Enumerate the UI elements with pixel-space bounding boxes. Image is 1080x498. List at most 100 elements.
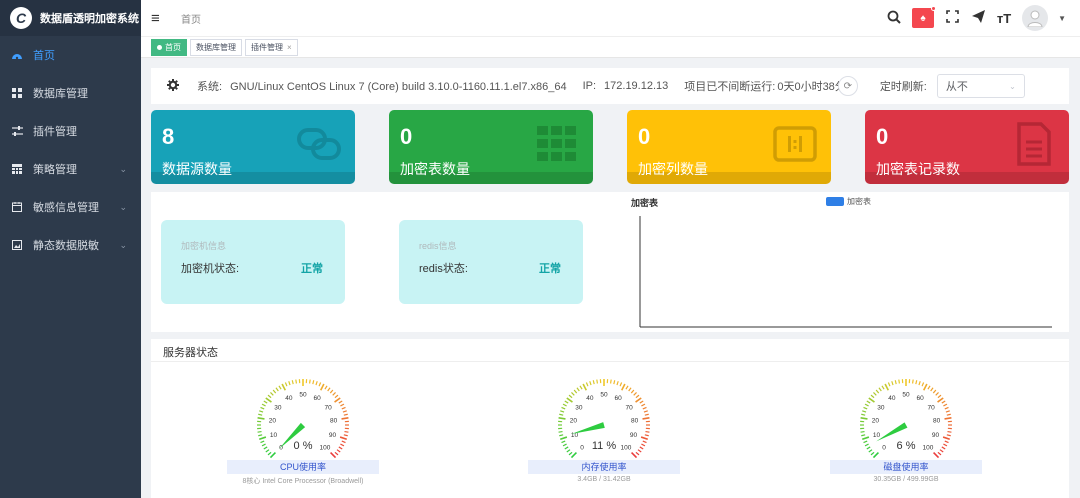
- sidebar-item-label: 插件管理: [33, 126, 77, 138]
- chevron-down-icon: ⌄: [1009, 81, 1016, 91]
- gauge-tick: [257, 430, 262, 433]
- breadcrumb: 首页: [181, 14, 201, 26]
- gauge-tick: [561, 406, 566, 410]
- card-value: 0: [876, 124, 889, 149]
- refresh-icon[interactable]: ⟳: [837, 76, 858, 96]
- tag-label: 插件管理: [251, 42, 283, 52]
- font-size-icon[interactable]: ᴛT: [996, 11, 1012, 26]
- system-value: GNU/Linux CentOS Linux 7 (Core) build 3.…: [230, 81, 567, 93]
- gauge-tick-label: 30: [274, 404, 282, 411]
- gauge-tick: [942, 436, 950, 440]
- tag-home[interactable]: 首页: [151, 38, 187, 56]
- uptime-label: 项目已不间断运行:: [684, 81, 776, 93]
- ip-info: IP: 172.19.12.13: [583, 80, 669, 92]
- gauge-tick: [596, 379, 599, 384]
- search-icon[interactable]: [886, 10, 902, 27]
- refresh-interval-select[interactable]: 从不 ⌄: [936, 74, 1025, 98]
- gauge-tick: [329, 389, 334, 394]
- columns-icon: [773, 126, 817, 162]
- gauge-tick-label: 80: [330, 418, 338, 425]
- encrypted-column-count-card[interactable]: 0 加密列数量: [627, 110, 831, 184]
- gauge-tick: [343, 434, 348, 437]
- gauge-tick: [944, 417, 952, 420]
- gauge-tick-label: 20: [269, 418, 277, 425]
- chart-legend[interactable]: 加密表: [826, 196, 871, 207]
- legend-label: 加密表: [847, 197, 871, 206]
- fullscreen-icon[interactable]: [944, 10, 960, 26]
- gauge-tick: [870, 394, 875, 399]
- gauge-tick: [941, 446, 946, 450]
- gauge-tick-label: 0: [882, 444, 886, 451]
- gauge-tick: [639, 446, 644, 450]
- sidebar-item-home[interactable]: 首页: [0, 36, 141, 74]
- gauge-tick: [343, 413, 348, 416]
- gauge-tick: [609, 379, 612, 384]
- gauge-tick: [344, 430, 349, 433]
- gauge-tick: [866, 400, 871, 404]
- status-and-chart-panel: 加密机信息 加密机状态: 正常 redis信息 redis状态: 正常 加密表 …: [151, 192, 1069, 332]
- gauge-tick-label: 90: [932, 432, 940, 439]
- gauge-tick: [870, 451, 875, 456]
- notification-icon[interactable]: ♠: [912, 6, 937, 28]
- app-logo[interactable]: C 数据盾透明加密系统: [0, 0, 141, 36]
- gauge-tick-label: 100: [620, 444, 631, 451]
- close-icon[interactable]: ×: [287, 43, 292, 52]
- dashboard-icon: [11, 49, 23, 61]
- sidebar-item-label: 敏感信息管理: [33, 202, 99, 214]
- sidebar-item-masking[interactable]: 静态数据脱敏 ⌄: [0, 226, 141, 264]
- gauge-tick: [927, 385, 931, 390]
- gauge-tick: [295, 379, 298, 384]
- sidebar-item-database[interactable]: 数据库管理: [0, 74, 141, 112]
- gauge-tick: [338, 400, 343, 404]
- sidebar-item-sensitive[interactable]: 敏感信息管理 ⌄: [0, 188, 141, 226]
- gauge-tick: [637, 449, 642, 453]
- gauge-tick: [560, 436, 568, 440]
- menu-toggle-icon[interactable]: ≡: [151, 10, 167, 27]
- card-label: 加密表记录数: [876, 161, 960, 177]
- gauge-tick: [579, 385, 583, 390]
- gauge-tick-label: 20: [570, 418, 578, 425]
- gauge-tick: [863, 406, 868, 410]
- gauge-tick: [932, 389, 937, 394]
- sidebar: C 数据盾透明加密系统 首页 数据库管理 插件管理 策略管理 ⌄ 敏感信息管理 …: [0, 0, 141, 498]
- encrypted-record-count-card[interactable]: 0 加密表记录数: [865, 110, 1069, 184]
- gauge-value: 11 %: [592, 440, 616, 452]
- redis-status-box: redis信息 redis状态: 正常: [399, 220, 583, 304]
- gauge-tick: [643, 410, 648, 413]
- gauge-tick: [613, 380, 616, 385]
- divider: [151, 361, 1069, 362]
- gauge-tick: [911, 379, 914, 384]
- caret-down-icon[interactable]: ▼: [1058, 14, 1066, 23]
- sidebar-item-policy[interactable]: 策略管理 ⌄: [0, 150, 141, 188]
- card-value: 0: [400, 124, 413, 149]
- datasource-count-card[interactable]: 8 数据源数量: [151, 110, 355, 184]
- gauge-tick: [875, 389, 880, 394]
- gauge-tick-label: 100: [922, 444, 933, 451]
- gauge-tick: [260, 440, 265, 444]
- gauge-tick: [288, 381, 291, 386]
- gauge-tick-label: 60: [916, 395, 924, 402]
- send-icon[interactable]: [970, 10, 986, 26]
- gauge-tick-label: 10: [873, 432, 881, 439]
- gauge-name: 内存使用率: [528, 460, 680, 474]
- tag-database[interactable]: 数据库管理: [190, 38, 242, 56]
- gauge-tick: [947, 430, 952, 433]
- gauge-tick: [270, 392, 274, 396]
- gauge-tick: [261, 443, 266, 447]
- gauge-tick: [861, 413, 866, 416]
- sidebar-item-plugins[interactable]: 插件管理: [0, 112, 141, 150]
- gauge-tick: [308, 379, 311, 384]
- encrypted-table-count-card[interactable]: 0 加密表数量: [389, 110, 593, 184]
- gauge-tick: [640, 436, 648, 440]
- gauge-tick: [340, 403, 345, 407]
- gauge-tick: [918, 381, 921, 386]
- uptime-info: 项目已不间断运行: 0天0小时38分: [684, 78, 846, 94]
- tag-plugins[interactable]: 插件管理 ×: [245, 38, 298, 56]
- avatar[interactable]: [1022, 5, 1049, 31]
- gauge-tick: [620, 383, 626, 391]
- gauge-tick: [946, 413, 951, 416]
- gauge-tick: [625, 385, 629, 390]
- gauge-tick-label: 50: [299, 392, 307, 399]
- gauge-tick: [878, 387, 882, 392]
- gauge-tick: [866, 446, 871, 450]
